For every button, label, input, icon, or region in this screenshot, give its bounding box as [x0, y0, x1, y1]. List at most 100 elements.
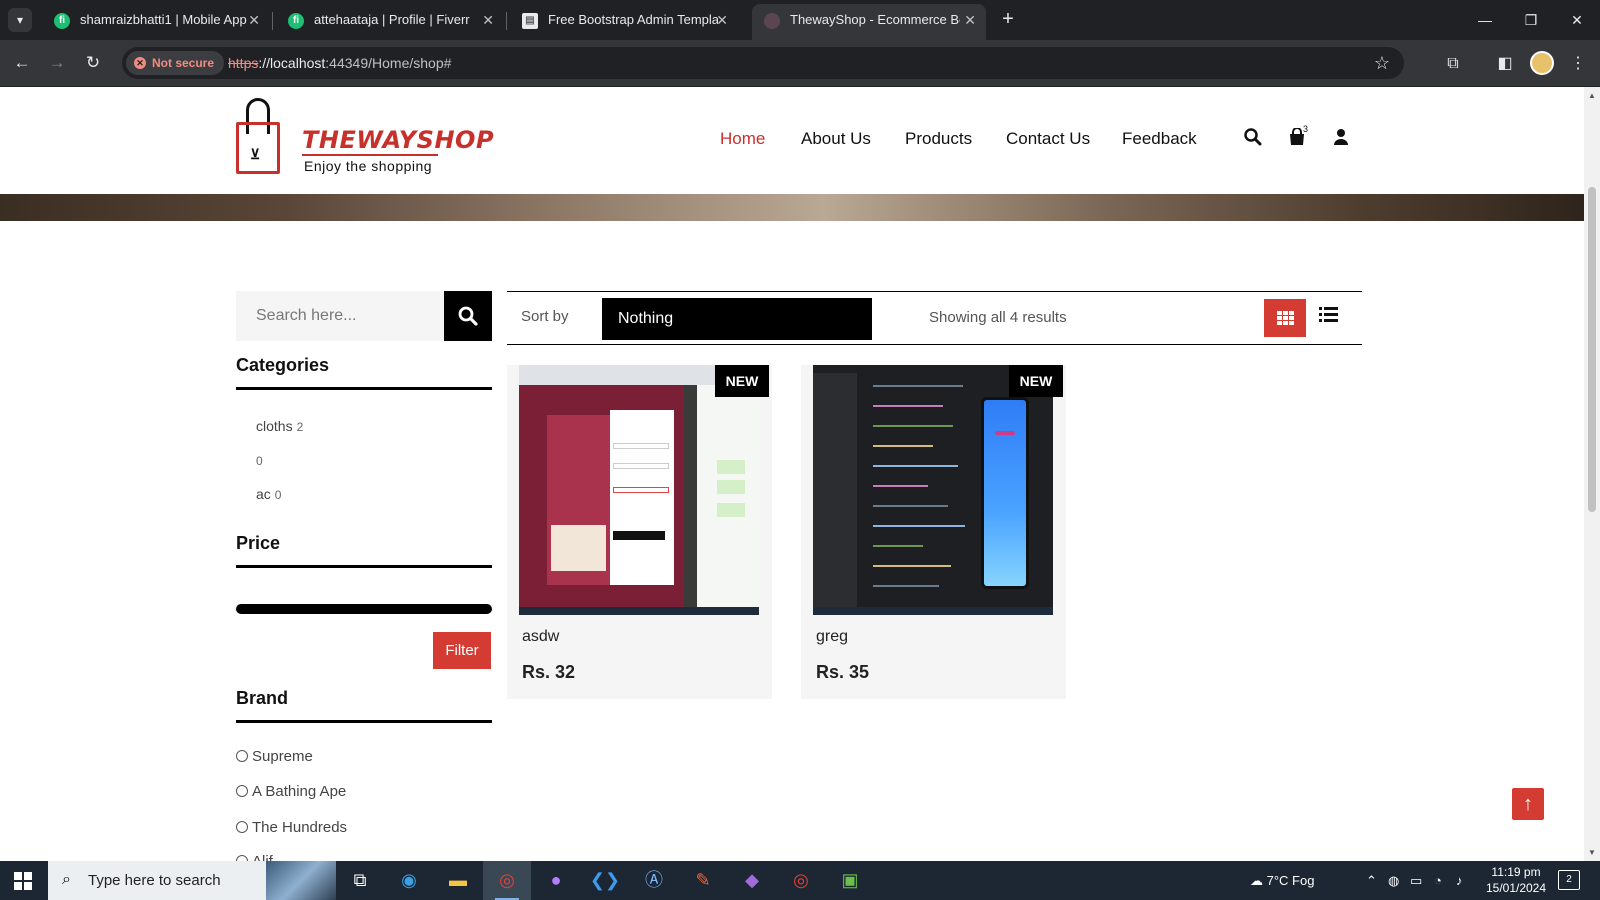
chrome-profile-icon[interactable]: ◎: [777, 861, 825, 900]
back-arrow-icon[interactable]: ←: [10, 51, 34, 75]
wifi-icon[interactable]: ◔: [1434, 861, 1442, 900]
meet-icon[interactable]: ◍: [1388, 861, 1399, 900]
system-clock[interactable]: 11:19 pm 15/01/2024: [1484, 864, 1548, 896]
site-icon: [764, 13, 780, 29]
price-heading: Price: [236, 533, 281, 553]
radio-button[interactable]: [236, 821, 248, 833]
shop-toolbar: Sort by Nothing Showing all 4 results: [507, 291, 1362, 345]
cart-count-badge: 3: [1303, 124, 1309, 134]
tab-search-button[interactable]: ▾: [8, 8, 32, 32]
product-card[interactable]: NEW asdw Rs. 32: [507, 365, 772, 699]
scrollbar-thumb[interactable]: [1588, 187, 1596, 512]
price-range-slider[interactable]: [236, 604, 492, 614]
side-panel-icon[interactable]: ◧: [1493, 52, 1517, 76]
category-item[interactable]: ac 0: [256, 486, 281, 502]
result-count: Showing all 4 results: [929, 309, 1067, 326]
tool-icon[interactable]: ✎: [679, 861, 727, 900]
brand-option[interactable]: Supreme: [236, 748, 313, 765]
browser-tab[interactable]: ▤ Free Bootstrap Admin Template ✕: [510, 4, 738, 40]
close-window-icon[interactable]: ✕: [1554, 8, 1600, 32]
search-icon[interactable]: [1242, 128, 1264, 150]
brand-option[interactable]: Alif: [236, 853, 273, 861]
visual-studio-icon[interactable]: ◆: [728, 861, 776, 900]
edge-icon[interactable]: ◉: [385, 861, 433, 900]
search-button[interactable]: [444, 291, 492, 341]
scroll-down-icon[interactable]: ▼: [1588, 848, 1596, 857]
close-tab-icon[interactable]: ✕: [716, 4, 728, 36]
brand-heading: Brand: [236, 688, 289, 708]
windows-start-icon[interactable]: [14, 872, 32, 890]
chevron-up-icon[interactable]: ⌃: [1366, 861, 1377, 900]
sort-select[interactable]: Nothing: [602, 298, 872, 340]
warning-icon: ✕: [134, 57, 146, 69]
excel-icon[interactable]: ▣: [826, 861, 874, 900]
product-image[interactable]: [813, 365, 1053, 615]
reload-icon[interactable]: ↻: [81, 51, 105, 75]
brand-option[interactable]: A Bathing Ape: [236, 783, 346, 800]
search-input[interactable]: [236, 291, 444, 341]
url-text[interactable]: https://localhost:44349/Home/shop#: [228, 47, 451, 79]
minimize-icon[interactable]: —: [1462, 8, 1508, 32]
new-badge: NEW: [715, 365, 769, 397]
app-store-icon[interactable]: Ⓐ: [630, 861, 678, 900]
close-tab-icon[interactable]: ✕: [248, 4, 260, 36]
github-desktop-icon[interactable]: ●: [532, 861, 580, 900]
product-name[interactable]: greg: [816, 628, 848, 646]
scroll-up-icon[interactable]: ▲: [1588, 91, 1596, 100]
page-scrollbar[interactable]: ▲ ▼: [1584, 87, 1600, 861]
site-logo[interactable]: ⊻ THEWAYSHOP Enjoy the shopping: [236, 98, 494, 180]
browser-tab-active[interactable]: ThewayShop - Ecommerce Boot ✕: [752, 4, 986, 40]
divider: [236, 565, 492, 568]
close-tab-icon[interactable]: ✕: [482, 4, 494, 36]
task-view-icon[interactable]: ⧉: [336, 861, 384, 900]
forward-arrow-icon[interactable]: →: [45, 51, 69, 75]
grid-view-button[interactable]: [1264, 299, 1306, 337]
sort-label: Sort by: [521, 308, 569, 325]
restore-icon[interactable]: ❐: [1508, 8, 1554, 32]
profile-avatar[interactable]: [1530, 51, 1554, 75]
product-price: Rs. 32: [522, 662, 576, 682]
nav-home[interactable]: Home: [720, 129, 765, 149]
category-item[interactable]: 0: [256, 452, 263, 468]
browser-tab[interactable]: fi shamraizbhatti1 | Mobile App M ✕: [42, 4, 270, 40]
user-icon[interactable]: [1330, 128, 1352, 150]
volume-icon[interactable]: ♪: [1456, 861, 1463, 900]
product-image[interactable]: [519, 365, 759, 615]
os-taskbar: ⌕ Type here to search ⧉ ◉ ▬ ◎ ● ❮❯ Ⓐ ✎ ◆…: [0, 861, 1600, 900]
browser-tab-strip: ▾ fi shamraizbhatti1 | Mobile App M ✕ fi…: [0, 0, 1600, 40]
vscode-icon[interactable]: ❮❯: [581, 861, 629, 900]
nav-feedback[interactable]: Feedback: [1122, 129, 1197, 149]
chrome-icon[interactable]: ◎: [483, 861, 531, 900]
weather-widget[interactable]: ☁ 7°C Fog: [1250, 861, 1314, 900]
list-view-button[interactable]: [1319, 303, 1345, 329]
taskbar-search-box[interactable]: ⌕ Type here to search: [48, 861, 336, 900]
radio-button[interactable]: [236, 750, 248, 762]
close-tab-icon[interactable]: ✕: [964, 4, 976, 36]
product-name[interactable]: asdw: [522, 628, 559, 646]
brand-option[interactable]: The Hundreds: [236, 819, 347, 836]
category-item[interactable]: cloths 2: [256, 418, 303, 434]
fiverr-icon: fi: [54, 13, 70, 29]
new-tab-button[interactable]: +: [995, 6, 1021, 32]
hero-banner-image: [0, 194, 1584, 221]
filter-button[interactable]: Filter: [433, 632, 491, 669]
notification-center-icon[interactable]: 2: [1558, 870, 1580, 890]
new-badge: NEW: [1009, 365, 1063, 397]
product-search-field[interactable]: [236, 291, 444, 341]
product-card[interactable]: NEW greg Rs. 35: [801, 365, 1066, 699]
nav-products[interactable]: Products: [905, 129, 972, 149]
address-bar[interactable]: ✕ Not secure https://localhost:44349/Hom…: [122, 47, 1404, 79]
radio-button[interactable]: [236, 785, 248, 797]
bookmark-star-icon[interactable]: ☆: [1374, 47, 1390, 79]
security-chip[interactable]: ✕ Not secure: [126, 51, 225, 75]
file-explorer-icon[interactable]: ▬: [434, 861, 482, 900]
battery-icon[interactable]: ▭: [1410, 861, 1422, 900]
back-to-top-button[interactable]: ↑: [1512, 788, 1544, 820]
nav-about-us[interactable]: About Us: [801, 129, 871, 149]
tab-divider: [272, 12, 273, 30]
menu-kebab-icon[interactable]: ⋮: [1566, 52, 1590, 76]
nav-contact-us[interactable]: Contact Us: [1006, 129, 1090, 149]
browser-tab[interactable]: fi attehaataja | Profile | Fiverr ✕: [276, 4, 504, 40]
extensions-icon[interactable]: ⧉: [1441, 52, 1465, 76]
document-icon: ▤: [522, 13, 538, 29]
